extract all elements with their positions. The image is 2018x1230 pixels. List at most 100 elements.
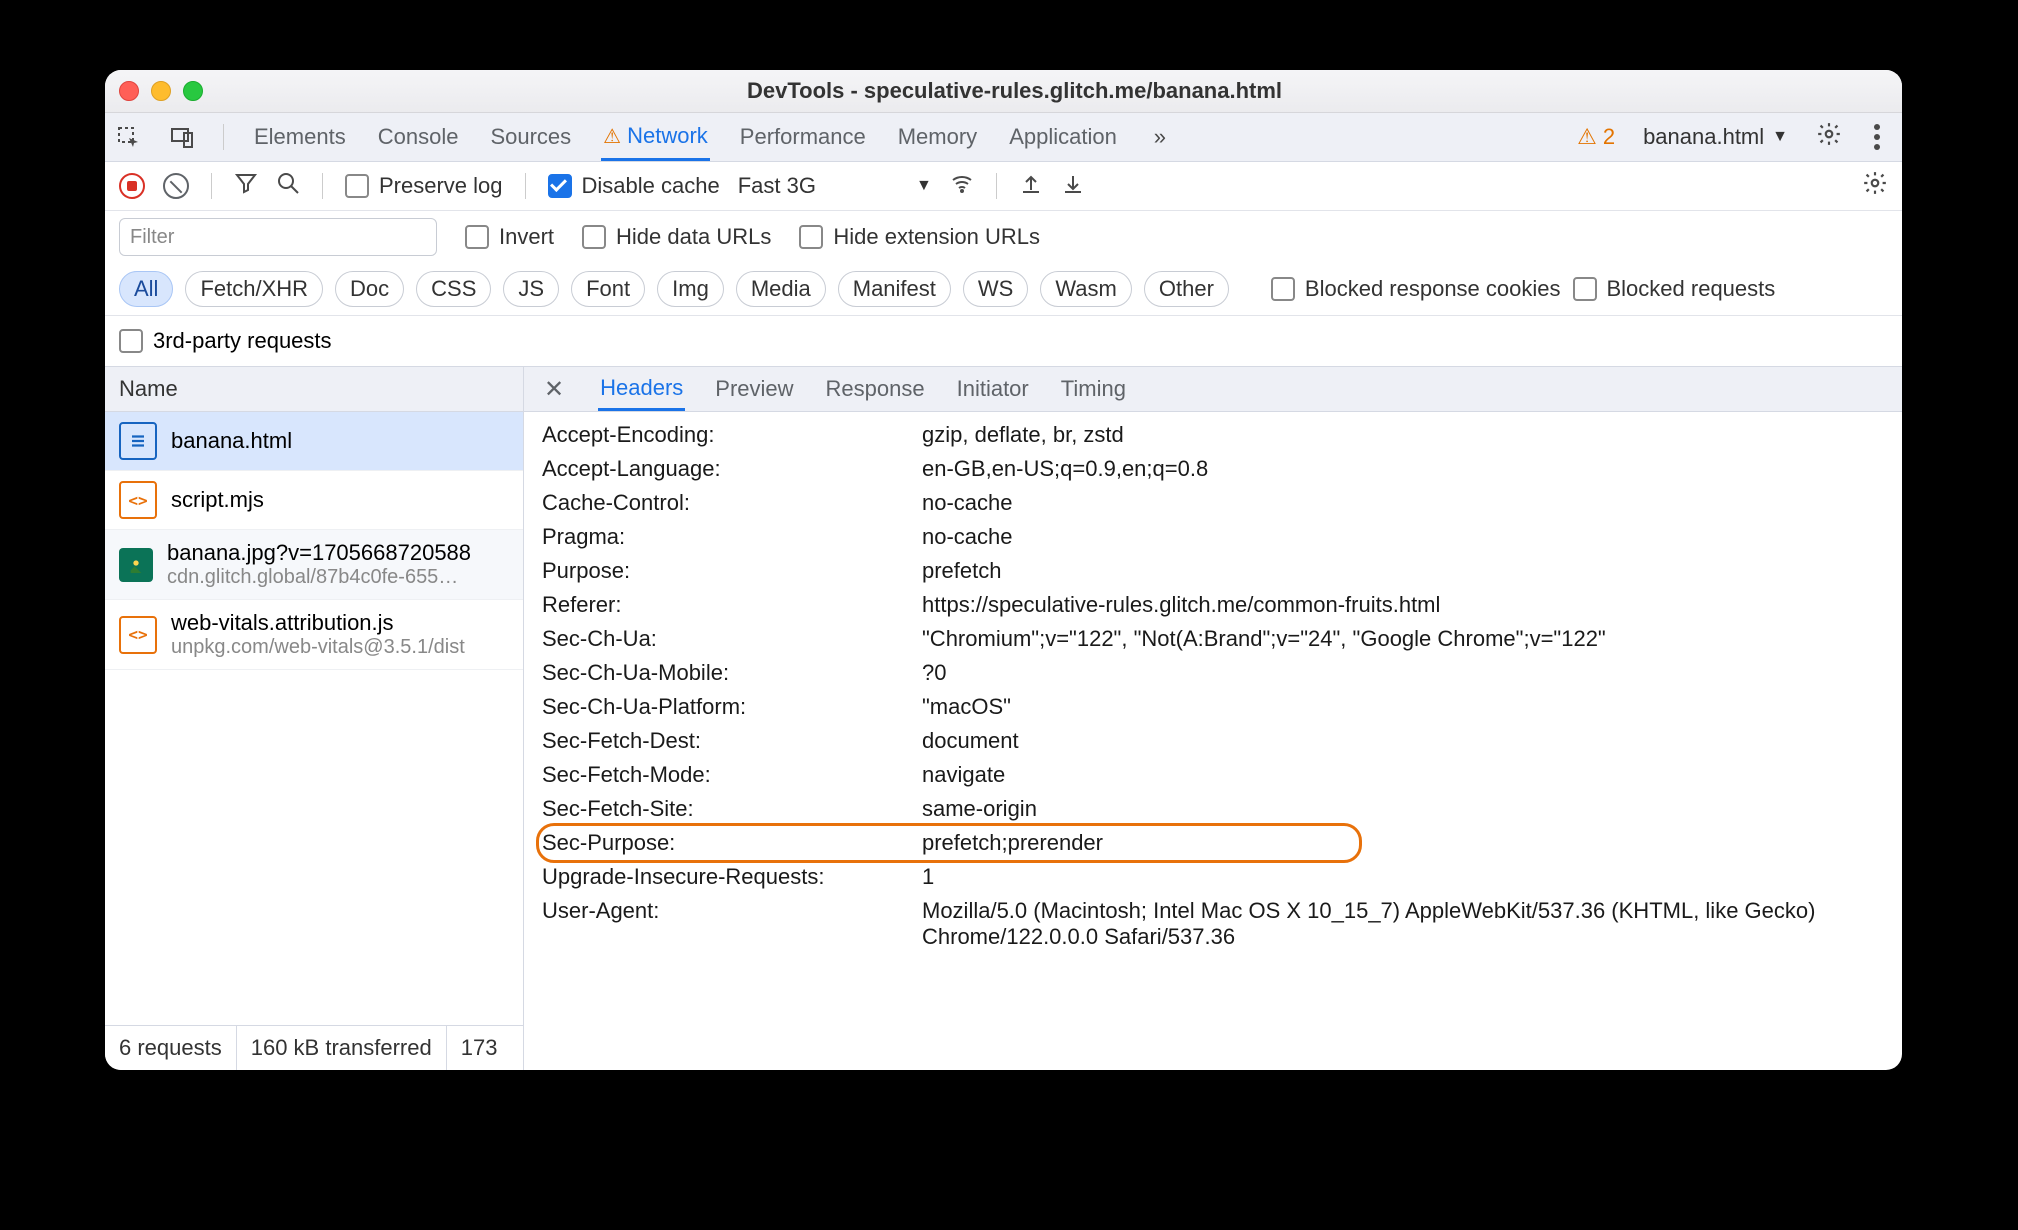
- blocked-cookies-checkbox[interactable]: Blocked response cookies: [1271, 276, 1561, 302]
- header-value: same-origin: [922, 796, 1902, 822]
- issues-count: 2: [1603, 124, 1615, 150]
- disable-cache-checkbox[interactable]: Disable cache: [548, 173, 720, 199]
- chip-fetch[interactable]: Fetch/XHR: [185, 271, 323, 307]
- chip-all[interactable]: All: [119, 271, 173, 307]
- header-name: Sec-Purpose:: [542, 830, 922, 856]
- detail-tab-timing[interactable]: Timing: [1059, 369, 1128, 409]
- clear-button[interactable]: [163, 173, 189, 199]
- chip-other[interactable]: Other: [1144, 271, 1229, 307]
- status-resources: 173: [447, 1026, 512, 1070]
- zoom-window-button[interactable]: [183, 81, 203, 101]
- chip-ws[interactable]: WS: [963, 271, 1028, 307]
- request-domain: unpkg.com/web-vitals@3.5.1/dist: [171, 636, 465, 659]
- header-row[interactable]: Sec-Fetch-Site:same-origin: [542, 792, 1902, 826]
- filter-toggle-button[interactable]: [234, 171, 258, 201]
- request-name: web-vitals.attribution.js: [171, 610, 465, 636]
- third-party-checkbox[interactable]: 3rd-party requests: [119, 328, 332, 354]
- minimize-window-button[interactable]: [151, 81, 171, 101]
- chip-font[interactable]: Font: [571, 271, 645, 307]
- header-row[interactable]: Sec-Ch-Ua:"Chromium";v="122", "Not(A:Bra…: [542, 622, 1902, 656]
- import-har-button[interactable]: [1019, 171, 1043, 201]
- chip-doc[interactable]: Doc: [335, 271, 404, 307]
- detail-tab-initiator[interactable]: Initiator: [955, 369, 1031, 409]
- blocked-requests-checkbox[interactable]: Blocked requests: [1573, 276, 1776, 302]
- header-row[interactable]: Pragma:no-cache: [542, 520, 1902, 554]
- tab-sources[interactable]: Sources: [488, 115, 573, 159]
- issues-badge[interactable]: ⚠ 2: [1577, 124, 1615, 150]
- chip-js[interactable]: JS: [503, 271, 559, 307]
- tab-network[interactable]: Network: [601, 114, 710, 161]
- header-row[interactable]: Sec-Purpose:prefetch;prerender: [542, 826, 1902, 860]
- hide-data-urls-checkbox[interactable]: Hide data URLs: [582, 224, 771, 250]
- header-row[interactable]: Sec-Ch-Ua-Platform:"macOS": [542, 690, 1902, 724]
- filter-input[interactable]: Filter: [119, 218, 437, 256]
- detail-tab-headers[interactable]: Headers: [598, 368, 685, 411]
- close-window-button[interactable]: [119, 81, 139, 101]
- close-detail-button[interactable]: ✕: [538, 375, 570, 404]
- chip-media[interactable]: Media: [736, 271, 826, 307]
- header-row[interactable]: Cache-Control:no-cache: [542, 486, 1902, 520]
- header-value: "Chromium";v="122", "Not(A:Brand";v="24"…: [922, 626, 1902, 652]
- tab-console[interactable]: Console: [376, 115, 461, 159]
- header-name: Sec-Fetch-Mode:: [542, 762, 922, 788]
- checkbox-icon: [548, 174, 572, 198]
- header-row[interactable]: Accept-Language:en-GB,en-US;q=0.9,en;q=0…: [542, 452, 1902, 486]
- filter-placeholder: Filter: [130, 226, 174, 249]
- chip-wasm[interactable]: Wasm: [1040, 271, 1132, 307]
- chip-img[interactable]: Img: [657, 271, 724, 307]
- chip-css[interactable]: CSS: [416, 271, 491, 307]
- header-value: prefetch;prerender: [922, 830, 1902, 856]
- search-button[interactable]: [276, 171, 300, 201]
- settings-button[interactable]: [1816, 121, 1842, 153]
- header-value: 1: [922, 864, 1902, 890]
- request-name: banana.html: [171, 428, 292, 454]
- header-row[interactable]: Sec-Ch-Ua-Mobile:?0: [542, 656, 1902, 690]
- detail-tab-response[interactable]: Response: [824, 369, 927, 409]
- detail-tab-preview[interactable]: Preview: [713, 369, 795, 409]
- tab-elements[interactable]: Elements: [252, 115, 348, 159]
- kebab-menu-icon[interactable]: [1874, 134, 1880, 140]
- titlebar: DevTools - speculative-rules.glitch.me/b…: [105, 70, 1902, 113]
- checkbox-icon: [345, 174, 369, 198]
- tab-application[interactable]: Application: [1007, 115, 1119, 159]
- request-row[interactable]: <> web-vitals.attribution.js unpkg.com/w…: [105, 600, 523, 670]
- chip-manifest[interactable]: Manifest: [838, 271, 951, 307]
- header-value: https://speculative-rules.glitch.me/comm…: [922, 592, 1902, 618]
- hide-ext-urls-checkbox[interactable]: Hide extension URLs: [799, 224, 1040, 250]
- export-har-button[interactable]: [1061, 171, 1085, 201]
- more-tabs-chevrons-icon[interactable]: »: [1147, 124, 1173, 150]
- header-name: Accept-Language:: [542, 456, 922, 482]
- throttling-select[interactable]: Fast 3G ▼: [738, 173, 932, 199]
- disable-cache-label: Disable cache: [582, 173, 720, 199]
- header-row[interactable]: User-Agent:Mozilla/5.0 (Macintosh; Intel…: [542, 894, 1902, 954]
- chevron-down-icon: ▼: [916, 177, 932, 195]
- context-label: banana.html: [1643, 124, 1764, 150]
- request-row[interactable]: banana.jpg?v=1705668720588 cdn.glitch.gl…: [105, 530, 523, 600]
- headers-panel[interactable]: Accept-Encoding:gzip, deflate, br, zstdA…: [524, 412, 1902, 1070]
- header-name: Accept-Encoding:: [542, 422, 922, 448]
- header-name: Sec-Ch-Ua-Mobile:: [542, 660, 922, 686]
- network-conditions-button[interactable]: [950, 171, 974, 201]
- preserve-log-checkbox[interactable]: Preserve log: [345, 173, 503, 199]
- request-row[interactable]: <> script.mjs: [105, 471, 523, 530]
- network-settings-button[interactable]: [1862, 170, 1888, 202]
- filter-row: Filter Invert Hide data URLs Hide extens…: [105, 211, 1902, 263]
- context-selector[interactable]: banana.html ▼: [1643, 124, 1788, 150]
- tab-memory[interactable]: Memory: [896, 115, 979, 159]
- header-row[interactable]: Accept-Encoding:gzip, deflate, br, zstd: [542, 418, 1902, 452]
- header-row[interactable]: Purpose:prefetch: [542, 554, 1902, 588]
- header-row[interactable]: Referer:https://speculative-rules.glitch…: [542, 588, 1902, 622]
- record-button[interactable]: [119, 173, 145, 199]
- name-column-header[interactable]: Name: [105, 366, 523, 412]
- header-value: no-cache: [922, 524, 1902, 550]
- header-row[interactable]: Sec-Fetch-Dest:document: [542, 724, 1902, 758]
- image-icon: [119, 548, 153, 582]
- invert-checkbox[interactable]: Invert: [465, 224, 554, 250]
- request-row[interactable]: banana.html: [105, 412, 523, 471]
- header-value: "macOS": [922, 694, 1902, 720]
- header-row[interactable]: Upgrade-Insecure-Requests:1: [542, 860, 1902, 894]
- header-row[interactable]: Sec-Fetch-Mode:navigate: [542, 758, 1902, 792]
- inspect-icon[interactable]: [115, 124, 141, 150]
- device-toolbar-icon[interactable]: [169, 124, 195, 150]
- tab-performance[interactable]: Performance: [738, 115, 868, 159]
